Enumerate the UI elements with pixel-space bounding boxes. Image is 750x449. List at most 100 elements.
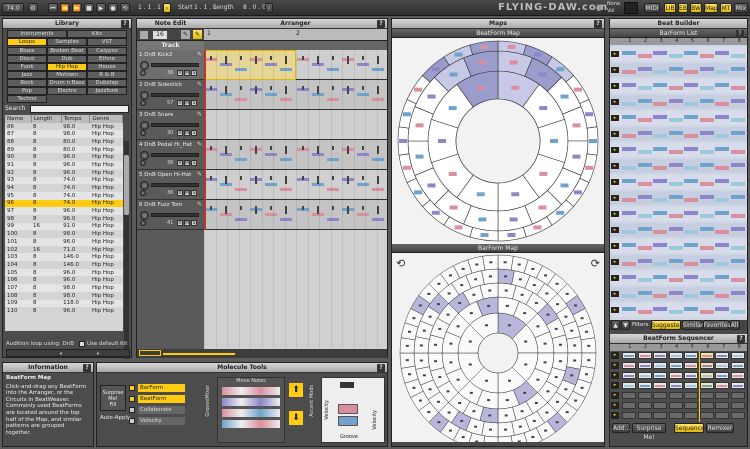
barform-cell[interactable] (668, 291, 683, 295)
sequencer-cell[interactable] (699, 402, 714, 409)
genre-rock[interactable]: Rock (7, 79, 47, 87)
sequencer-cell[interactable] (699, 382, 714, 389)
sequencer-cell[interactable] (699, 392, 714, 399)
genre-broken-beat[interactable]: Broken Beat (47, 47, 87, 55)
sequencer-cell[interactable] (684, 352, 698, 359)
barform-cell[interactable] (668, 118, 683, 122)
volume-slider[interactable] (151, 153, 199, 157)
barform-segment[interactable] (497, 435, 514, 449)
sequencer-row[interactable]: ▸ (610, 411, 747, 420)
sequencer-cell[interactable] (730, 412, 745, 419)
barform-cell[interactable] (699, 131, 714, 135)
barform-cell[interactable] (653, 134, 667, 138)
barform-row[interactable]: ▸ (610, 223, 747, 237)
table-row[interactable]: 87 8 98.0 Hip Hop (5, 130, 123, 139)
genre-disco[interactable]: Disco (7, 55, 47, 63)
tab-vst[interactable]: VST (87, 38, 127, 46)
genre-dubstep[interactable]: Dubstep (87, 79, 127, 87)
barform-cell[interactable] (699, 86, 714, 90)
barform-cell[interactable] (668, 246, 683, 250)
surprise-me-button[interactable]: Surprise Me! Fill (100, 385, 126, 411)
barform-row[interactable]: ▸ (610, 47, 747, 61)
track-row[interactable]: 2 DnB Sidestick ✎ 57 R M S (137, 80, 204, 110)
barform-row[interactable]: ▸ (610, 143, 747, 157)
barform-cell[interactable] (699, 150, 714, 154)
beatform-map-graphic[interactable] (392, 38, 604, 244)
scroll-thumb[interactable] (139, 350, 161, 356)
barform-cell[interactable] (730, 259, 745, 263)
barform-cell[interactable] (730, 118, 745, 122)
row-play-icon[interactable]: ▸ (611, 211, 619, 217)
barform-cell[interactable] (699, 99, 714, 103)
preview-next-icon[interactable]: ▸ (97, 350, 100, 357)
barform-cell[interactable] (622, 275, 636, 279)
barform-row[interactable]: ▸ (610, 191, 747, 205)
sequencer-cell[interactable] (684, 402, 698, 409)
barform-cell[interactable] (668, 227, 683, 231)
volume-slider[interactable] (151, 123, 199, 127)
solo-button[interactable]: S (191, 100, 197, 106)
list-down-icon[interactable]: ▼ (621, 320, 630, 330)
send-knob[interactable] (140, 160, 146, 166)
barform-cell[interactable] (715, 198, 729, 202)
sequencer-cell[interactable] (668, 392, 683, 399)
barform-cell[interactable] (730, 227, 745, 231)
row-play-icon[interactable]: ▸ (611, 99, 619, 105)
barform-cell[interactable] (699, 195, 714, 199)
view-mt-button[interactable]: MT (720, 3, 732, 13)
genre-ethno[interactable]: Ethno (87, 55, 127, 63)
barform-cell[interactable] (730, 67, 745, 71)
surprise-me-seq-button[interactable]: Surprise Me! (632, 422, 666, 441)
row-play-icon[interactable]: ▸ (611, 67, 619, 73)
barform-cell[interactable] (622, 134, 636, 138)
list-up-icon[interactable]: ▲ (611, 320, 620, 330)
barform-row[interactable]: ▸ (610, 63, 747, 77)
row-play-icon[interactable]: ▸ (611, 179, 619, 185)
sequencer-cell[interactable] (730, 392, 745, 399)
row-play-icon[interactable]: ▸ (611, 131, 619, 137)
row-play-icon[interactable]: ▸ (611, 307, 619, 313)
sequencer-cell[interactable] (622, 382, 636, 389)
barform-cell[interactable] (637, 182, 652, 186)
remixer-tab[interactable]: Remixer (706, 422, 734, 433)
barform-cell[interactable] (684, 230, 698, 234)
send-knob[interactable] (140, 100, 146, 106)
volume-slider[interactable] (151, 93, 199, 97)
barform-cell[interactable] (684, 166, 698, 170)
table-row[interactable]: 106 8 96.0 Hip Hop (5, 276, 123, 285)
sequencer-cell[interactable] (730, 372, 745, 379)
pen-active-icon[interactable]: ✎ (193, 30, 202, 39)
barform-row[interactable]: ▸ (610, 303, 747, 317)
track-name[interactable]: 6 DnB Fuzz Tom (139, 202, 183, 208)
accent-area[interactable]: Velocity Velocity Groove (321, 377, 385, 443)
sequencer-cell[interactable] (668, 402, 683, 409)
start-marker-icon[interactable]: › (163, 3, 171, 13)
sequencer-cell[interactable] (684, 362, 698, 369)
fast-forward-icon[interactable]: ⏩ (72, 3, 82, 13)
barform-cell[interactable] (637, 195, 652, 199)
help-icon[interactable]: ? (736, 30, 744, 38)
barform-row[interactable]: ▸ (610, 79, 747, 93)
barform-cell[interactable] (637, 163, 652, 167)
genre-r-b[interactable]: R & B (87, 71, 127, 79)
sequencer-cell[interactable] (622, 362, 636, 369)
table-row[interactable]: 102 16 71.0 Hip Hop (5, 245, 123, 254)
sequencer-cell[interactable] (653, 362, 667, 369)
track-name[interactable]: 4 DnB Pedal Hi_Hat (139, 142, 192, 148)
barform-cell[interactable] (668, 67, 683, 71)
help-icon[interactable]: ? (594, 20, 602, 28)
barform-cell[interactable] (684, 134, 698, 138)
stop-icon[interactable]: ■ (84, 3, 94, 13)
seq-play-icon[interactable]: ▸ (611, 392, 619, 399)
arranger-scroll[interactable] (137, 349, 387, 358)
track-row[interactable]: 1 DnB Kick2 ✎ 36 R M S (137, 50, 204, 80)
record-arm-button[interactable]: R (177, 70, 183, 76)
sequencer-cell[interactable] (622, 412, 636, 419)
send-knob[interactable] (140, 220, 146, 226)
barform-cell[interactable] (637, 310, 652, 314)
track-name[interactable]: 3 DnB Snare (139, 112, 173, 118)
genre-house[interactable]: House (87, 63, 127, 71)
table-row[interactable]: 108 8 98.0 Hip Hop (5, 291, 123, 300)
row-play-icon[interactable]: ▸ (611, 115, 619, 121)
barform-cell[interactable] (668, 195, 683, 199)
